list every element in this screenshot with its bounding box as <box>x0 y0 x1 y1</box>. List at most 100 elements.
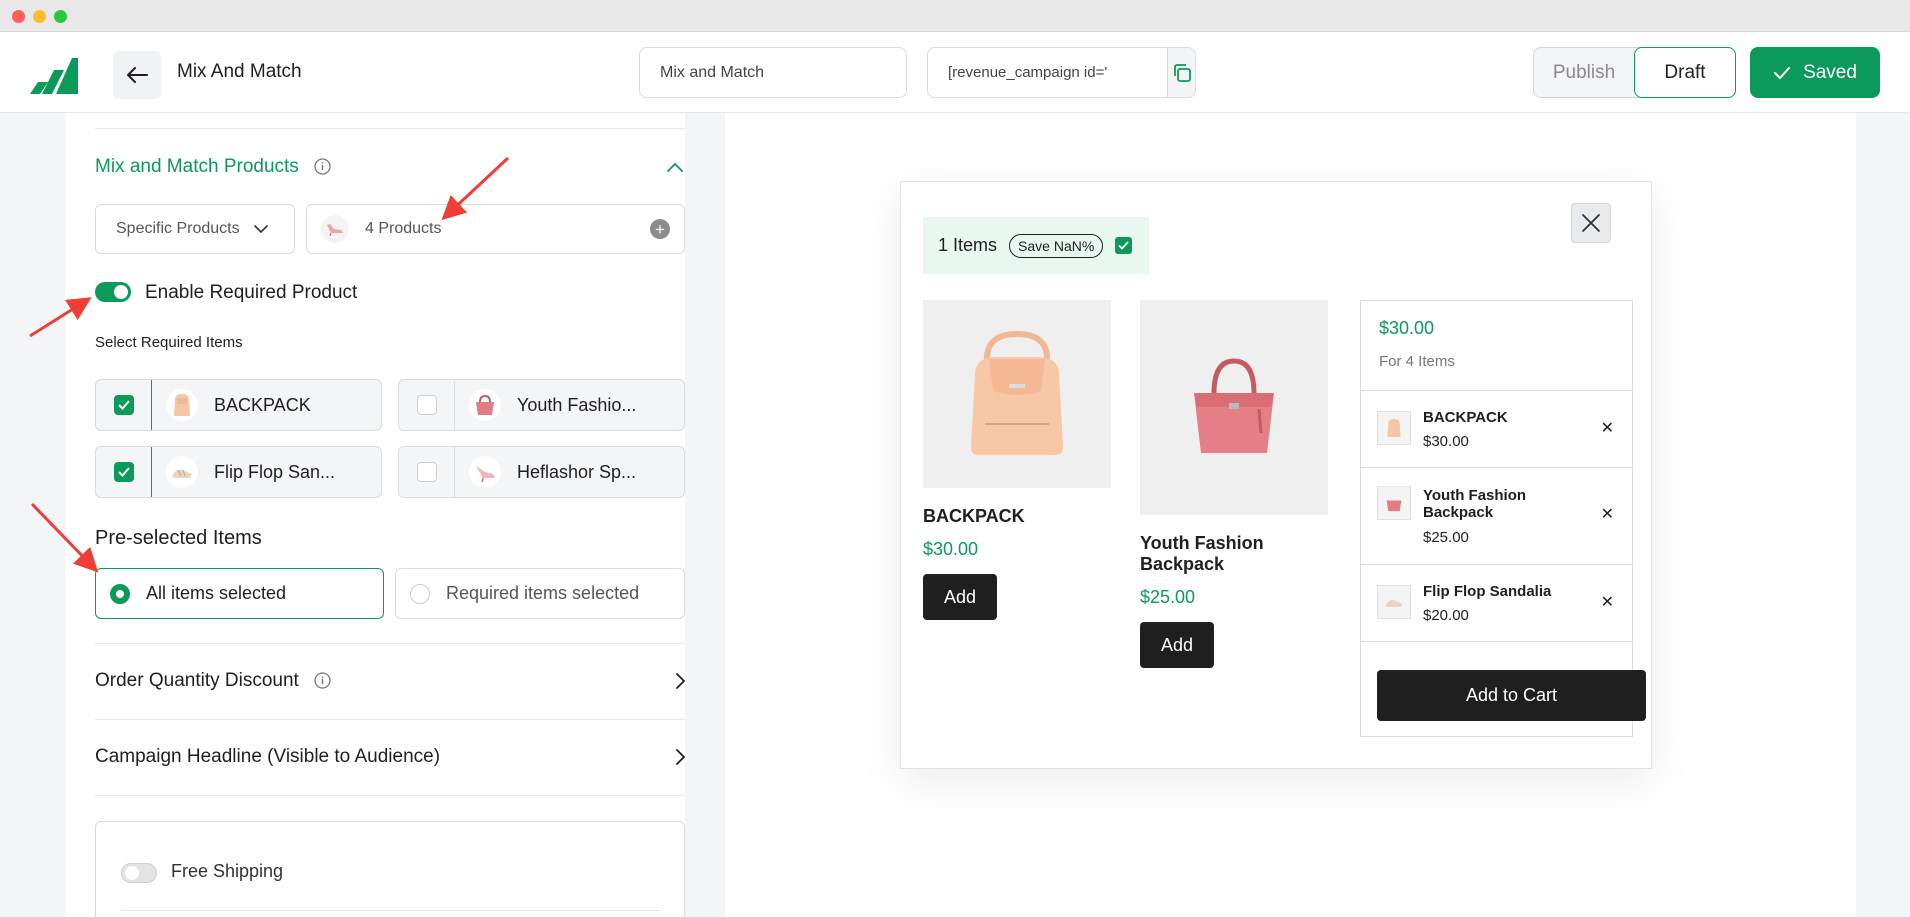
order-quantity-discount-label: Order Quantity Discount <box>95 670 299 691</box>
required-item-name: Youth Fashio... <box>517 394 637 415</box>
required-items-selected-option[interactable]: Required items selected <box>395 568 685 619</box>
summary-item-name: Youth Fashion Backpack <box>1423 487 1527 521</box>
divider <box>95 643 685 644</box>
minimize-window-icon[interactable] <box>33 10 46 23</box>
handbag-icon <box>476 394 494 415</box>
summary-row: BACKPACK $30.00 ✕ <box>1361 390 1634 467</box>
chevron-down-icon <box>253 224 268 233</box>
shortcode-input[interactable] <box>928 48 1167 97</box>
backpack-icon <box>174 394 190 416</box>
info-icon <box>314 158 331 176</box>
info-icon <box>314 672 331 690</box>
sandal-icon <box>172 469 192 478</box>
checkbox-flip-flop[interactable] <box>113 462 134 482</box>
copy-shortcode-button[interactable] <box>1167 48 1195 97</box>
save-pill: Save NaN% <box>1009 233 1104 258</box>
maximize-window-icon[interactable] <box>54 10 67 23</box>
saved-label: Saved <box>1803 61 1857 83</box>
required-item-flip-flop[interactable]: Flip Flop San... <box>95 446 382 498</box>
summary-item-name: Flip Flop Sandalia <box>1423 583 1552 600</box>
checkbox-backpack[interactable] <box>113 395 134 415</box>
product-card-backpack: BACKPACK $30.00 Add <box>923 300 1111 620</box>
back-button[interactable] <box>113 51 161 99</box>
publish-option[interactable]: Publish <box>1534 48 1634 97</box>
saved-button[interactable]: Saved <box>1750 47 1880 98</box>
remove-item-icon[interactable]: ✕ <box>1601 504 1614 524</box>
divider <box>95 128 685 129</box>
sandal-thumbnail <box>1377 585 1411 619</box>
app-header: Mix And Match Publish Draft Saved <box>0 32 1910 113</box>
required-item-name: Flip Flop San... <box>214 461 336 482</box>
campaign-preview-modal: 1 Items Save NaN% BACKPACK $30.00 Add Yo… <box>900 181 1652 769</box>
arrow-left-icon <box>127 67 148 83</box>
handbag-thumbnail <box>469 389 501 421</box>
check-icon <box>117 467 130 477</box>
status-toggle: Publish Draft <box>1533 47 1736 98</box>
radio-off-icon <box>410 583 430 604</box>
checkbox-heflashor[interactable] <box>416 462 437 482</box>
required-item-youth-fashion[interactable]: Youth Fashio... <box>398 379 685 431</box>
close-icon <box>1582 214 1600 232</box>
sandal-thumbnail <box>166 456 198 488</box>
order-quantity-discount-row[interactable]: Order Quantity Discount <box>95 666 685 696</box>
product-price: $25.00 <box>1140 587 1196 607</box>
handbag-thumbnail <box>1377 486 1411 520</box>
required-item-name: BACKPACK <box>214 394 311 415</box>
campaign-headline-row[interactable]: Campaign Headline (Visible to Audience) <box>95 742 685 772</box>
chevron-up-icon[interactable] <box>667 162 683 172</box>
close-preview-button[interactable] <box>1571 203 1611 243</box>
add-product-icon[interactable]: + <box>650 219 670 239</box>
product-image <box>923 300 1111 488</box>
app-logo-icon <box>30 58 78 94</box>
product-type-value: Specific Products <box>116 220 240 237</box>
draft-option[interactable]: Draft <box>1634 47 1736 98</box>
product-price: $30.00 <box>923 539 979 559</box>
product-type-select[interactable]: Specific Products <box>95 204 295 254</box>
check-icon <box>117 400 130 410</box>
close-window-icon[interactable] <box>12 10 25 23</box>
middle-gutter <box>685 113 725 917</box>
remove-item-icon[interactable]: ✕ <box>1601 418 1614 438</box>
campaign-name-input[interactable] <box>639 47 907 98</box>
divider <box>95 719 685 720</box>
left-gutter <box>0 113 65 917</box>
window-titlebar <box>0 0 1910 32</box>
checkbox-youth-fashion[interactable] <box>416 395 437 415</box>
divider <box>1361 641 1634 642</box>
add-to-cart-button[interactable]: Add to Cart <box>1377 670 1646 721</box>
enable-required-label: Enable Required Product <box>145 282 358 303</box>
product-thumbnail <box>321 215 349 243</box>
items-count: 1 Items <box>938 235 998 255</box>
product-name: Youth Fashion Backpack <box>1140 533 1264 574</box>
all-items-selected-option[interactable]: All items selected <box>95 568 384 619</box>
summary-total: $30.00 <box>1379 318 1435 338</box>
required-item-heflashor[interactable]: Heflashor Sp... <box>398 446 685 498</box>
summary-item-name: BACKPACK <box>1423 409 1508 426</box>
bundle-summary: $30.00 For 4 Items BACKPACK $30.00 ✕ You… <box>1360 300 1646 737</box>
chevron-right-icon <box>676 673 685 689</box>
product-name: BACKPACK <box>923 506 1025 526</box>
check-icon <box>1115 237 1133 254</box>
divider <box>121 910 661 911</box>
campaign-headline-label: Campaign Headline (Visible to Audience) <box>95 746 441 767</box>
chevron-right-icon <box>676 749 685 765</box>
summary-row: Youth Fashion Backpack $25.00 ✕ <box>1361 467 1634 564</box>
summary-row: Flip Flop Sandalia $20.00 ✕ <box>1361 564 1634 641</box>
summary-item-price: $25.00 <box>1423 529 1469 546</box>
backpack-icon <box>1387 419 1401 437</box>
add-youth-fashion-button[interactable]: Add <box>1140 622 1214 668</box>
required-item-backpack[interactable]: BACKPACK <box>95 379 382 431</box>
right-gutter <box>1856 113 1910 917</box>
remove-item-icon[interactable]: ✕ <box>1601 592 1614 612</box>
add-backpack-button[interactable]: Add <box>923 574 997 620</box>
mix-match-section-header[interactable]: Mix and Match Products <box>95 156 331 178</box>
product-card-youth-fashion: Youth Fashion Backpack $25.00 Add <box>1140 300 1328 668</box>
products-selector[interactable]: 4 Products + <box>306 204 685 254</box>
backpack-thumbnail <box>166 389 198 421</box>
divider <box>95 795 685 796</box>
free-shipping-toggle[interactable] <box>121 863 157 883</box>
mix-match-section-title: Mix and Match Products <box>95 156 299 177</box>
items-badge: 1 Items Save NaN% <box>923 217 1149 274</box>
enable-required-toggle[interactable] <box>95 282 131 302</box>
free-shipping-card: Free Shipping <box>95 821 685 917</box>
